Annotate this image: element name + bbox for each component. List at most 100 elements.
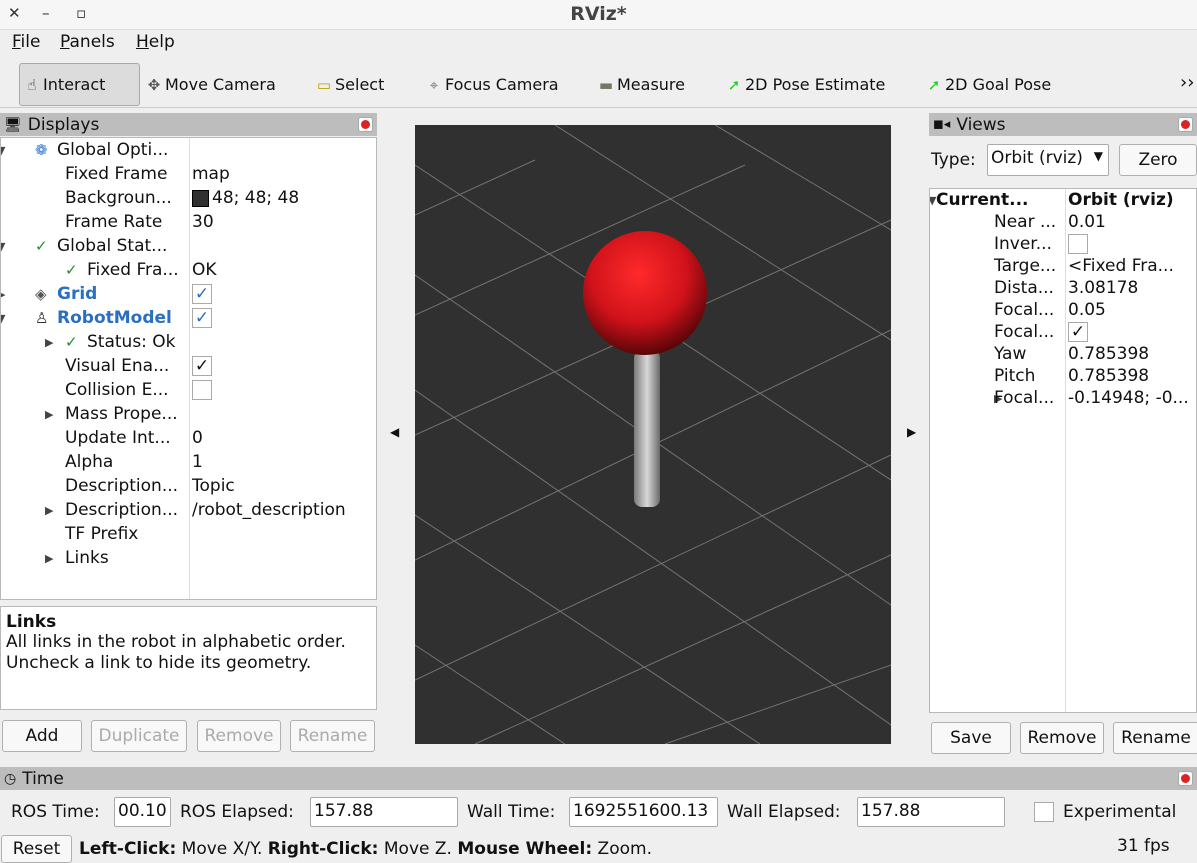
check-icon: ✓ — [35, 237, 48, 255]
tool-move-camera[interactable]: ✥ Move Camera — [142, 63, 282, 106]
tree-row[interactable]: TF Prefix — [1, 522, 376, 546]
focus-camera-icon: ⌖ — [429, 75, 439, 94]
property-name: Global Stat... — [57, 236, 168, 256]
views-panel-header: ◼◂ Views — [929, 113, 1197, 137]
expand-down-arrow-icon[interactable]: ▼ — [1, 144, 5, 157]
title-bar: ✕ – ▫ RViz* — [0, 0, 1197, 30]
close-displays-button[interactable] — [358, 117, 373, 132]
toolbar-overflow-button[interactable]: ›› — [1180, 72, 1194, 93]
tree-row[interactable]: Pitch 0.785398 — [930, 365, 1196, 387]
duplicate-display-button[interactable]: Duplicate — [91, 720, 187, 752]
tool-interact[interactable]: ☝ Interact — [19, 63, 140, 106]
rename-display-button[interactable]: Rename — [290, 720, 375, 752]
tree-row[interactable]: ▶ Description... /robot_description — [1, 498, 376, 522]
checkbox[interactable]: ✓ — [1068, 322, 1088, 342]
property-name: Global Opti... — [57, 140, 169, 160]
tree-row[interactable]: ▼ ❁ Global Opti... — [1, 138, 376, 162]
tree-row[interactable]: Visual Ena... ✓ — [1, 354, 376, 378]
remove-display-button[interactable]: Remove — [197, 720, 281, 752]
checkbox[interactable]: ✓ — [192, 308, 212, 328]
property-name: Focal... — [994, 388, 1055, 408]
expand-right-arrow-icon[interactable]: ▶ — [45, 504, 53, 517]
checkbox[interactable] — [192, 380, 212, 400]
experimental-checkbox[interactable] — [1034, 802, 1054, 822]
tree-row[interactable]: ▼ ♙ RobotModel ✓ — [1, 306, 376, 330]
color-swatch[interactable] — [192, 189, 209, 207]
expand-right-arrow-icon[interactable]: ▶ — [45, 336, 53, 349]
checkbox[interactable]: ✓ — [192, 284, 212, 304]
property-value: 0.785398 — [1068, 344, 1150, 364]
tree-row[interactable]: ▼ ✓ Global Stat... — [1, 234, 376, 258]
save-view-button[interactable]: Save — [931, 722, 1011, 754]
expand-right-arrow-icon[interactable]: ▶ — [45, 552, 53, 565]
ros-elapsed-field[interactable]: 157.88 — [310, 797, 458, 827]
checkbox[interactable]: ✓ — [192, 356, 212, 376]
tree-row[interactable]: Targe... <Fixed Fra... — [930, 255, 1196, 277]
select-icon: ▭ — [316, 75, 332, 94]
property-value: 1 — [192, 452, 203, 472]
displays-tree[interactable]: ▼❁Global Opti...Fixed FramemapBackgroun.… — [0, 137, 377, 600]
collapse-right-arrow-icon[interactable]: ▶ — [907, 425, 916, 439]
close-time-button[interactable] — [1178, 771, 1193, 786]
collapse-left-arrow-icon[interactable]: ◀ — [390, 425, 399, 439]
tree-row[interactable]: ▼Current...Orbit (rviz) — [930, 189, 1196, 211]
remove-view-button[interactable]: Remove — [1020, 722, 1104, 754]
tool-2d-pose-estimate[interactable]: ➚ 2D Pose Estimate — [722, 63, 892, 106]
tree-row[interactable]: Yaw 0.785398 — [930, 343, 1196, 365]
tree-row[interactable]: ▶ ✓ Status: Ok — [1, 330, 376, 354]
property-name: Links — [65, 548, 109, 568]
tree-row[interactable]: Focal... 0.05 — [930, 299, 1196, 321]
property-value: 30 — [192, 212, 214, 232]
tree-row[interactable]: Inver... — [930, 233, 1196, 255]
reset-button[interactable]: Reset — [1, 835, 72, 863]
tree-row[interactable]: Frame Rate 30 — [1, 210, 376, 234]
tool-focus-camera[interactable]: ⌖ Focus Camera — [422, 63, 567, 106]
tree-row[interactable]: ▶ Links — [1, 546, 376, 570]
checkbox[interactable] — [1068, 234, 1088, 254]
add-display-button[interactable]: Add — [2, 720, 82, 752]
property-value: <Fixed Fra... — [1068, 256, 1174, 276]
tree-row[interactable]: ▶ ◈ Grid ✓ — [1, 282, 376, 306]
tool-measure[interactable]: ▬ Measure — [594, 63, 694, 106]
tool-label: Focus Camera — [445, 75, 559, 94]
tree-row[interactable]: ✓ Fixed Fra... OK — [1, 258, 376, 282]
tree-row[interactable]: Focal... ✓ — [930, 321, 1196, 343]
tree-row[interactable]: Backgroun... 48; 48; 48 — [1, 186, 376, 210]
wall-elapsed-field[interactable]: 157.88 — [857, 797, 1005, 827]
rename-view-button[interactable]: Rename — [1113, 722, 1197, 754]
tree-row[interactable]: Fixed Frame map — [1, 162, 376, 186]
views-tree[interactable]: ▼Current...Orbit (rviz)Near ...0.01Inver… — [929, 188, 1197, 713]
help-text: All links in the robot in alphabetic ord… — [6, 632, 346, 673]
tree-row[interactable]: ▶ Focal... -0.14948; -0... — [930, 387, 1196, 409]
menu-panels[interactable]: Panels — [60, 32, 115, 52]
tree-row[interactable]: Update Int... 0 — [1, 426, 376, 450]
expand-down-arrow-icon[interactable]: ▼ — [1, 240, 5, 253]
property-value: 0.785398 — [1068, 366, 1150, 386]
time-panel-header: ◷ Time — [0, 767, 1197, 790]
expand-down-arrow-icon[interactable]: ▼ — [1, 312, 5, 325]
tool-2d-goal-pose[interactable]: ➚ 2D Goal Pose — [922, 63, 1062, 106]
expand-right-arrow-icon[interactable]: ▶ — [1, 288, 5, 301]
tree-row[interactable]: ▶ Mass Prope... — [1, 402, 376, 426]
3d-viewport[interactable] — [415, 125, 891, 744]
expand-right-arrow-icon[interactable]: ▶ — [45, 408, 53, 421]
zero-button[interactable]: Zero — [1119, 144, 1197, 176]
tree-row[interactable]: Alpha 1 — [1, 450, 376, 474]
displays-title: Displays — [27, 114, 100, 135]
tree-row[interactable]: Dista... 3.08178 — [930, 277, 1196, 299]
property-value: ✓ — [192, 356, 215, 376]
tree-row[interactable]: Near ... 0.01 — [930, 211, 1196, 233]
monitor-icon: 🖥 — [4, 116, 22, 133]
ros-time-field[interactable]: 00.10 — [114, 797, 171, 827]
wall-time-field[interactable]: 1692551600.13 — [569, 797, 718, 827]
view-type-select[interactable]: Orbit (rviz) ▼ — [987, 144, 1109, 176]
help-title: Links — [6, 612, 57, 632]
property-name: RobotModel — [57, 308, 172, 328]
tree-row[interactable]: Description... Topic — [1, 474, 376, 498]
menu-help[interactable]: Help — [136, 32, 175, 52]
menu-file[interactable]: File — [12, 32, 40, 52]
tool-select[interactable]: ▭ Select — [312, 63, 392, 106]
close-views-button[interactable] — [1178, 117, 1193, 132]
tree-row[interactable]: Collision E... — [1, 378, 376, 402]
property-name: Mass Prope... — [65, 404, 178, 424]
